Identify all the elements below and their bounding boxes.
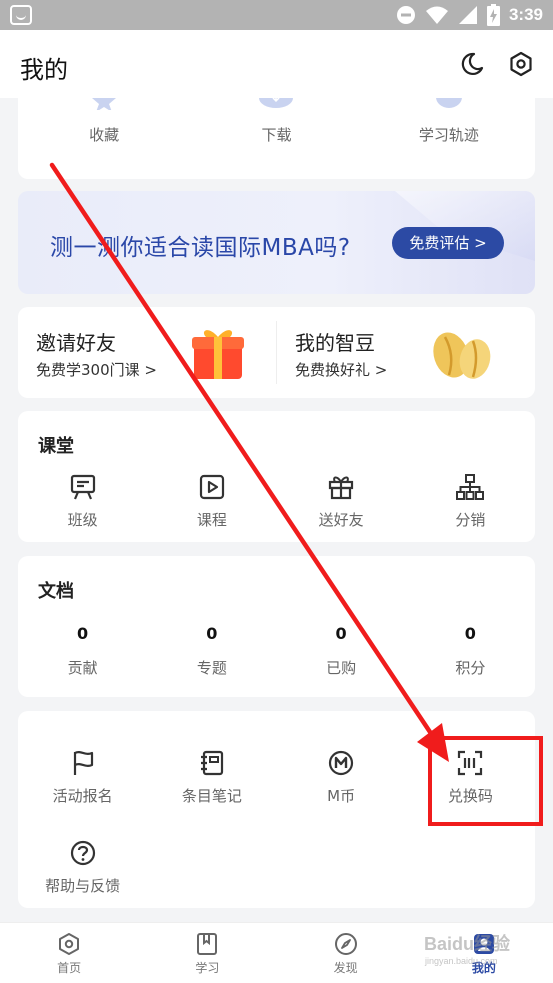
top-header: 我的 — [0, 30, 553, 98]
gift-box-icon — [192, 330, 244, 379]
tab-discover[interactable]: 发现 — [277, 923, 415, 983]
contribution-label: 贡献 — [67, 659, 98, 677]
m-coin-icon — [329, 750, 354, 776]
class-button[interactable]: 班级 — [18, 473, 147, 530]
free-assessment-button[interactable]: 免费评估 > — [392, 227, 504, 259]
help-feedback-label: 帮助与反馈 — [45, 877, 121, 895]
hierarchy-icon — [456, 474, 485, 500]
course-button[interactable]: 课程 — [147, 473, 276, 530]
favorites-label: 收藏 — [89, 126, 120, 144]
learning-track-label: 学习轨迹 — [418, 126, 479, 144]
do-not-disturb-icon — [396, 6, 415, 24]
beans-sub: 免费换好礼 > — [295, 361, 388, 379]
help-feedback-button[interactable]: 帮助与反馈 — [18, 839, 147, 896]
entry-notes-button[interactable]: 条目笔记 — [147, 749, 276, 806]
tab-home-label: 首页 — [57, 961, 82, 975]
invite-title: 邀请好友 — [36, 331, 116, 355]
purchased-count: 0 — [335, 624, 347, 643]
gift-icon — [329, 476, 354, 500]
downloads-label: 下载 — [261, 126, 292, 144]
wifi-icon — [425, 6, 448, 24]
my-beans-button[interactable]: 我的智豆 免费换好礼 > — [277, 307, 535, 398]
status-bar: 3:39 — [0, 0, 553, 30]
documents-card: 文档 0 贡献 0 专题 0 已购 0 积分 — [18, 556, 535, 697]
distribution-button[interactable]: 分销 — [406, 473, 535, 530]
contribution-count: 0 — [77, 624, 89, 643]
redeem-code-button[interactable]: 兑换码 — [406, 749, 535, 806]
topic-label: 专题 — [196, 659, 227, 677]
notification-icon — [10, 5, 32, 25]
tab-discover-label: 发现 — [333, 961, 358, 975]
quick-actions-card: 收藏 下载 学习轨迹 — [18, 98, 535, 179]
m-coin-button[interactable]: M币 — [277, 749, 406, 806]
tab-study-label: 学习 — [195, 961, 220, 975]
notebook-icon — [200, 750, 223, 776]
settings-icon[interactable] — [507, 50, 535, 78]
points-label: 积分 — [455, 659, 486, 677]
tab-home[interactable]: 首页 — [0, 923, 138, 983]
topic-stat[interactable]: 0 专题 — [147, 624, 276, 678]
class-label: 班级 — [67, 511, 98, 529]
purchased-label: 已购 — [326, 659, 357, 677]
points-stat[interactable]: 0 积分 — [406, 624, 535, 678]
flag-icon — [73, 751, 93, 775]
status-time: 3:39 — [508, 5, 543, 24]
topic-count: 0 — [206, 624, 218, 643]
home-icon — [59, 933, 80, 955]
track-icon — [435, 98, 462, 108]
play-icon — [199, 474, 224, 500]
course-label: 课程 — [196, 511, 227, 529]
star-icon — [92, 98, 117, 110]
invite-friends-button[interactable]: 邀请好友 免费学300门课 > — [18, 307, 276, 398]
download-icon — [259, 98, 294, 108]
send-friend-label: 送好友 — [318, 511, 364, 529]
send-friend-button[interactable]: 送好友 — [277, 473, 406, 530]
beans-title: 我的智豆 — [295, 331, 375, 355]
points-count: 0 — [464, 624, 476, 643]
tab-study[interactable]: 学习 — [138, 923, 276, 983]
moon-icon[interactable] — [458, 50, 486, 78]
purchased-stat[interactable]: 0 已购 — [277, 624, 406, 678]
downloads-button[interactable]: 下载 — [190, 98, 362, 179]
mba-banner[interactable]: 测一测你适合读国际MBA吗? 免费评估 > — [18, 191, 535, 294]
redeem-code-label: 兑换码 — [447, 787, 493, 805]
watermark-url: jingyan.baidu.com — [425, 956, 498, 966]
distribution-label: 分销 — [455, 511, 486, 529]
book-icon — [197, 933, 218, 955]
scan-code-icon — [458, 750, 483, 776]
event-signup-button[interactable]: 活动报名 — [18, 749, 147, 806]
battery-icon — [486, 4, 500, 26]
m-coin-label: M币 — [327, 787, 356, 805]
documents-title: 文档 — [38, 581, 74, 602]
learning-track-button[interactable]: 学习轨迹 — [363, 98, 535, 179]
watermark-logo: Baidu经验 — [424, 934, 511, 954]
tools-card: 活动报名 条目笔记 M币 兑换码 帮助与反馈 — [18, 711, 535, 908]
contribution-stat[interactable]: 0 贡献 — [18, 624, 147, 678]
favorites-button[interactable]: 收藏 — [18, 98, 190, 179]
event-signup-label: 活动报名 — [52, 787, 113, 805]
promo-card: 邀请好友 免费学300门课 > 我的智豆 免费换好礼 > — [18, 307, 535, 398]
page-title: 我的 — [20, 56, 68, 84]
banner-text: 测一测你适合读国际MBA吗? — [50, 235, 351, 261]
classroom-card: 课堂 班级 课程 送好友 分销 — [18, 411, 535, 542]
bean-icon — [433, 332, 491, 379]
compass-icon — [334, 933, 357, 955]
classroom-title: 课堂 — [38, 436, 74, 457]
invite-sub: 免费学300门课 > — [36, 361, 157, 379]
chat-board-icon — [70, 474, 95, 500]
help-icon — [70, 840, 95, 866]
entry-notes-label: 条目笔记 — [181, 787, 242, 805]
signal-icon — [458, 6, 477, 24]
